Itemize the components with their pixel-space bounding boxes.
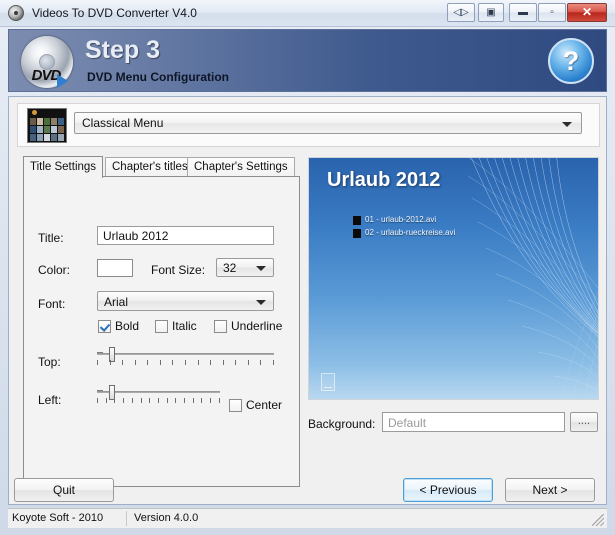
menu-template-chooser: Classical Menu bbox=[17, 103, 600, 147]
help-button[interactable]: ? bbox=[548, 38, 594, 84]
nav-arrows-icon: ◁▷ bbox=[453, 7, 469, 18]
chevron-down-icon bbox=[256, 300, 266, 305]
left-slider-label: Left: bbox=[38, 393, 62, 407]
menu-template-select[interactable]: Classical Menu bbox=[74, 112, 582, 134]
background-browse-button[interactable]: .... bbox=[570, 412, 598, 432]
chevron-down-icon bbox=[562, 122, 572, 127]
underline-checkbox-label: Underline bbox=[231, 319, 283, 333]
top-position-slider[interactable] bbox=[97, 347, 274, 371]
thumbnail-highlight-dot bbox=[32, 110, 37, 115]
preview-menu-title: Urlaub 2012 bbox=[327, 169, 441, 191]
status-bar: Koyote Soft - 2010 Version 4.0.0 bbox=[8, 508, 607, 528]
page-title: Step 3 bbox=[85, 36, 161, 64]
preview-page-indicator-icon bbox=[321, 373, 335, 391]
menu-template-value: Classical Menu bbox=[82, 116, 164, 130]
close-button[interactable]: ✕ bbox=[567, 3, 607, 22]
preview-menu-item-label: 02 - urlaub-rueckreise.avi bbox=[365, 228, 456, 237]
preview-menu-item-label: 01 - urlaub-2012.avi bbox=[365, 215, 437, 224]
minimize-icon: ▬ bbox=[518, 7, 528, 18]
previous-button[interactable]: < Previous bbox=[403, 478, 493, 502]
window-group-icon: ▣ bbox=[486, 7, 496, 18]
font-family-select[interactable]: Arial bbox=[97, 291, 274, 311]
arrow-right-icon bbox=[57, 74, 68, 88]
chevron-down-icon bbox=[256, 266, 266, 271]
application-window: Videos To DVD Converter V4.0 ◁▷ ▣ ▬ ▫ ✕ … bbox=[0, 0, 615, 535]
color-field-label: Color: bbox=[38, 263, 71, 277]
close-icon: ✕ bbox=[581, 5, 593, 19]
font-size-select[interactable]: 32 bbox=[216, 258, 274, 277]
menu-bullet-icon bbox=[353, 229, 361, 238]
title-input-value: Urlaub 2012 bbox=[103, 229, 169, 243]
status-version: Version 4.0.0 bbox=[134, 512, 199, 524]
status-company: Koyote Soft - 2010 bbox=[12, 512, 104, 524]
tab-chapters-titles[interactable]: Chapter's titles bbox=[105, 157, 195, 177]
dvd-disc-icon bbox=[8, 5, 24, 21]
center-checkbox-label: Center bbox=[246, 398, 283, 412]
slider-track bbox=[97, 391, 220, 393]
preview-area: Urlaub 2012 01 - urlaub-2012.avi 02 - ur… bbox=[308, 157, 599, 487]
tab-chapters-settings-label: Chapter's Settings bbox=[194, 161, 288, 173]
background-row: Background: Default .... bbox=[308, 412, 599, 436]
title-input[interactable]: Urlaub 2012 bbox=[97, 226, 274, 245]
main-panel: Classical Menu Title Settings Chapter's … bbox=[8, 96, 607, 505]
minimize-button[interactable]: ▬ bbox=[509, 3, 537, 22]
title-bar: Videos To DVD Converter V4.0 ◁▷ ▣ ▬ ▫ ✕ bbox=[0, 0, 615, 27]
dvd-menu-preview[interactable]: Urlaub 2012 01 - urlaub-2012.avi 02 - ur… bbox=[308, 157, 599, 400]
step-header-banner: DVD Step 3 DVD Menu Configuration ? bbox=[8, 29, 607, 92]
title-field-label: Title: bbox=[38, 231, 64, 245]
font-family-value: Arial bbox=[104, 295, 129, 309]
quit-button[interactable]: Quit bbox=[14, 478, 114, 502]
maximize-icon: ▫ bbox=[550, 7, 554, 18]
checkbox-check-icon bbox=[98, 320, 111, 333]
slider-ticks bbox=[97, 398, 220, 403]
font-size-value: 32 bbox=[223, 261, 237, 275]
nav-arrows-button[interactable]: ◁▷ bbox=[447, 3, 475, 22]
font-size-label: Font Size: bbox=[151, 263, 206, 277]
menu-thumbnail-icon bbox=[27, 108, 67, 143]
checkbox-box-icon bbox=[229, 399, 242, 412]
left-position-slider[interactable] bbox=[97, 385, 220, 409]
dvd-logo-icon: DVD bbox=[19, 34, 75, 90]
status-separator bbox=[126, 511, 127, 526]
checkbox-box-icon bbox=[214, 320, 227, 333]
font-field-label: Font: bbox=[38, 297, 66, 311]
slider-track bbox=[97, 353, 274, 355]
color-swatch-button[interactable] bbox=[97, 259, 133, 277]
tab-title-settings-label: Title Settings bbox=[30, 161, 97, 173]
tab-panel-title-settings: Title: Urlaub 2012 Color: Font Size: 32 … bbox=[23, 176, 300, 487]
wireframe-mesh-graphic bbox=[467, 158, 598, 399]
tab-chapters-settings[interactable]: Chapter's Settings bbox=[187, 157, 295, 177]
background-label: Background: bbox=[308, 417, 376, 431]
bold-checkbox-label: Bold bbox=[115, 319, 140, 333]
tab-chapters-titles-label: Chapter's titles bbox=[112, 161, 188, 173]
window-group-button[interactable]: ▣ bbox=[478, 3, 504, 22]
next-button[interactable]: Next > bbox=[505, 478, 595, 502]
resize-grip-icon[interactable] bbox=[592, 514, 604, 526]
page-subtitle: DVD Menu Configuration bbox=[87, 70, 229, 84]
slider-ticks bbox=[97, 360, 274, 365]
background-input[interactable]: Default bbox=[382, 412, 565, 432]
tab-strip: Title Settings Chapter's titles Chapter'… bbox=[23, 156, 300, 178]
background-input-placeholder: Default bbox=[388, 416, 427, 430]
top-slider-label: Top: bbox=[38, 355, 61, 369]
checkbox-box-icon bbox=[155, 320, 168, 333]
menu-bullet-icon bbox=[353, 216, 361, 225]
tab-title-settings[interactable]: Title Settings bbox=[23, 156, 104, 178]
italic-checkbox-label: Italic bbox=[172, 319, 197, 333]
maximize-button[interactable]: ▫ bbox=[538, 3, 566, 22]
window-title: Videos To DVD Converter V4.0 bbox=[32, 6, 197, 20]
